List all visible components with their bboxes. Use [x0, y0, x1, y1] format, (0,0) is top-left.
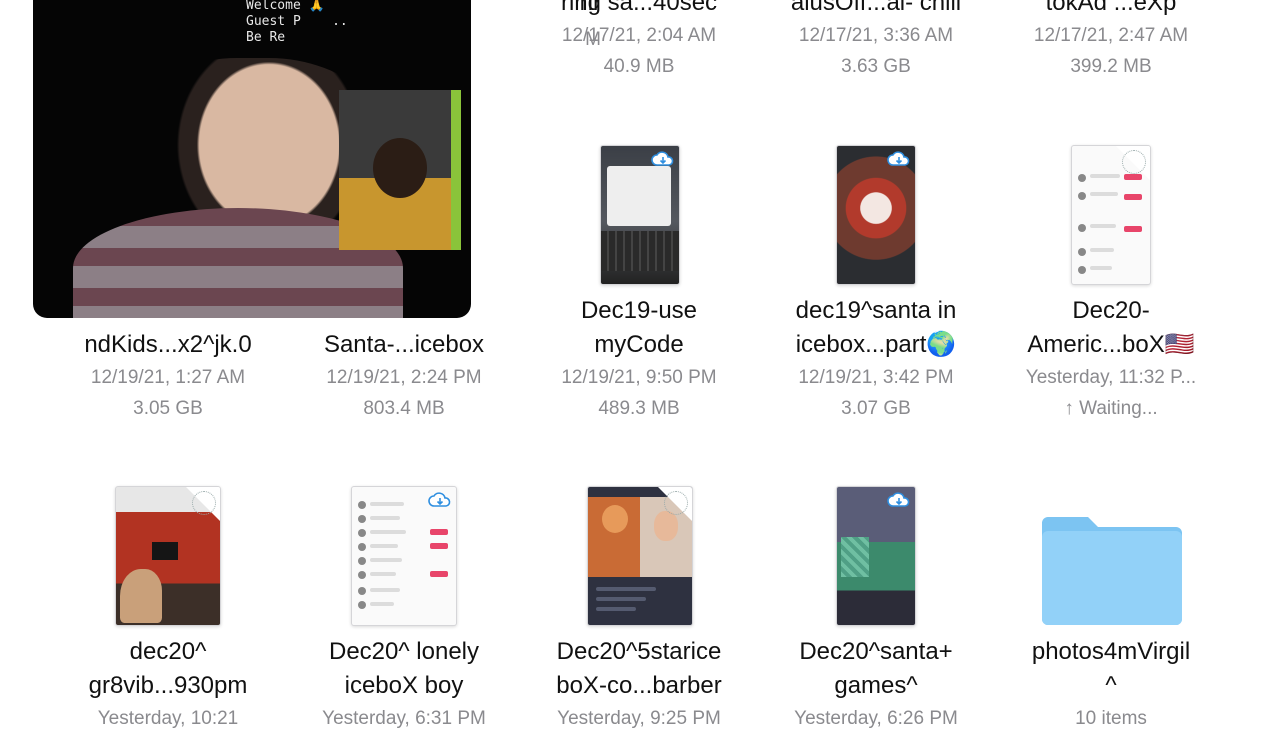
file-size: 3.07 GB — [841, 398, 911, 419]
file-date: Yesterday, 9:25 PM — [557, 708, 721, 729]
cloud-download-icon — [887, 151, 910, 166]
file-size: 3.05 GB — [133, 398, 203, 419]
file-date: 12/19/21, 9:50 PM — [561, 367, 717, 388]
cloud-download-icon — [887, 492, 910, 507]
file-item[interactable]: Dec20^5starice boX-co...barber Yesterday… — [521, 635, 757, 734]
file-name: ring sa...40sec — [560, 0, 718, 16]
pending-upload-icon — [192, 491, 216, 515]
file-name: alusOff...al- chill — [790, 0, 962, 16]
file-name: tokAd ...eXp — [1045, 0, 1177, 16]
pending-upload-icon — [1122, 150, 1146, 174]
upload-status: ↑ Waiting... — [1064, 398, 1158, 419]
cloud-download-icon — [651, 151, 674, 166]
video-thumbnail[interactable] — [836, 145, 916, 285]
file-item[interactable]: Dec20^ lonely iceboX boy Yesterday, 6:31… — [286, 635, 522, 734]
file-name: Dec20^santa+ games^ — [799, 638, 953, 699]
file-name: Dec20^5starice boX-co...barber — [556, 638, 722, 699]
file-size: 803.4 MB — [363, 398, 445, 419]
video-thumbnail[interactable] — [836, 486, 916, 626]
video-thumbnail[interactable] — [351, 486, 457, 626]
file-name: Dec19-use myCode — [580, 297, 698, 358]
video-thumbnail[interactable] — [1071, 145, 1151, 285]
file-date: 12/17/21, 2:04 AM — [561, 25, 717, 46]
file-date: Yesterday, 6:26 PM — [794, 708, 958, 729]
video-thumbnail[interactable] — [115, 486, 221, 626]
video-caption: Welcome 🙏 Guest P .. Be Re — [246, 0, 348, 45]
file-item[interactable]: tokAd ...eXp 12/17/21, 2:47 AM 399.2 MB — [993, 0, 1229, 82]
file-name: Santa-...icebox — [323, 331, 485, 358]
video-thumbnail[interactable] — [600, 145, 680, 285]
file-date: Yesterday, 11:32 P... — [1025, 367, 1197, 388]
file-size: 489.3 MB — [598, 398, 680, 419]
folder-name: photos4mVirgil ^ — [1031, 638, 1191, 699]
file-date: 12/19/21, 2:24 PM — [326, 367, 482, 388]
file-item[interactable]: Dec20- Americ...boX🇺🇸 Yesterday, 11:32 P… — [993, 294, 1229, 424]
file-item[interactable]: dec20^ gr8vib...930pm Yesterday, 10:21 — [50, 635, 286, 734]
file-name: Dec20^ lonely iceboX boy — [328, 638, 479, 699]
picture-in-picture-video[interactable]: Welcome 🙏 Guest P .. Be Re — [33, 0, 471, 318]
file-size: 3.63 GB — [841, 56, 911, 77]
file-item[interactable]: Dec19-use myCode 12/19/21, 9:50 PM 489.3… — [521, 294, 757, 424]
file-item[interactable]: Santa-...icebox 12/19/21, 2:24 PM 803.4 … — [286, 328, 522, 424]
file-date: 12/19/21, 3:42 PM — [798, 367, 954, 388]
file-date: 12/17/21, 2:47 AM — [1033, 25, 1189, 46]
folder-icon[interactable] — [1042, 515, 1182, 625]
cloud-download-icon — [428, 492, 451, 507]
file-name: ndKids...x2^jk.0 — [84, 331, 252, 358]
file-item[interactable]: alusOff...al- chill 12/17/21, 3:36 AM 3.… — [758, 0, 994, 82]
file-name: dec19^santa in icebox...part🌍 — [795, 297, 957, 358]
file-size: 399.2 MB — [1070, 56, 1152, 77]
video-thumbnail[interactable] — [587, 486, 693, 626]
folder-item-count: 10 items — [1075, 708, 1147, 729]
file-date: 12/17/21, 3:36 AM — [798, 25, 954, 46]
file-size: 40.9 MB — [603, 56, 675, 77]
folder-item[interactable]: photos4mVirgil ^ 10 items — [993, 635, 1229, 734]
file-name: Dec20- Americ...boX🇺🇸 — [1027, 297, 1195, 358]
file-item[interactable]: dec19^santa in icebox...part🌍 12/19/21, … — [758, 294, 994, 424]
file-item[interactable]: ring sa...40sec 12/17/21, 2:04 AM 40.9 M… — [521, 0, 757, 82]
file-item[interactable]: ndKids...x2^jk.0 12/19/21, 1:27 AM 3.05 … — [50, 328, 286, 424]
file-date: Yesterday, 6:31 PM — [322, 708, 486, 729]
file-name: dec20^ gr8vib...930pm — [88, 638, 248, 699]
file-date: 12/19/21, 1:27 AM — [90, 367, 246, 388]
file-item[interactable]: Dec20^santa+ games^ Yesterday, 6:26 PM — [758, 635, 994, 734]
file-date: Yesterday, 10:21 — [97, 708, 239, 729]
pending-upload-icon — [664, 491, 688, 515]
